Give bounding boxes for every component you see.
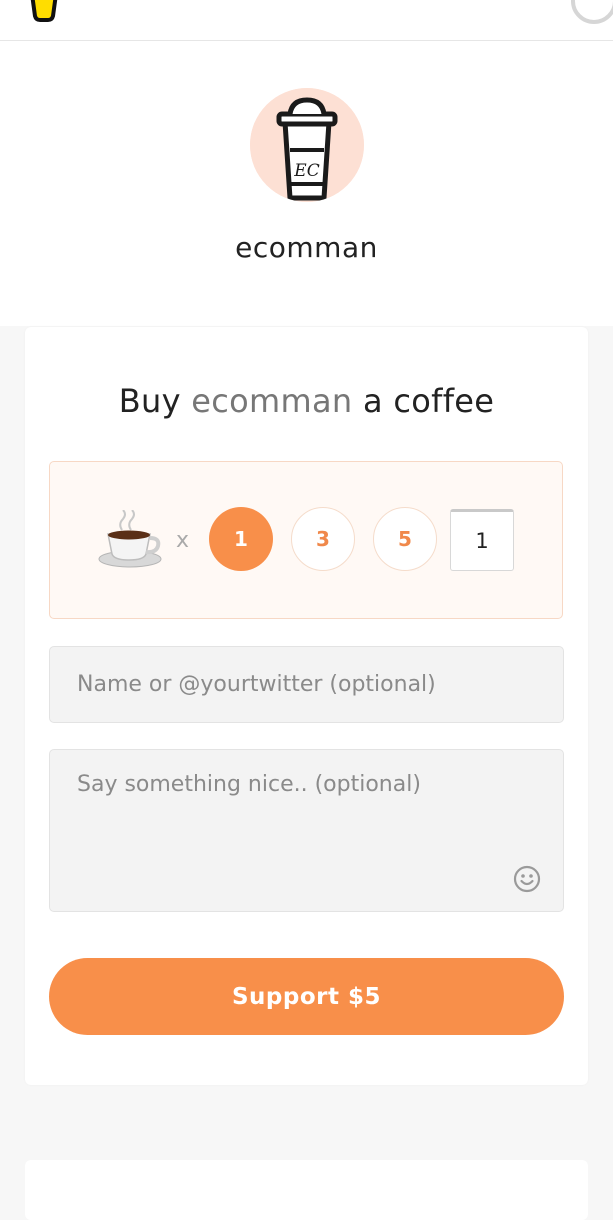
card-title: Buy ecomman a coffee <box>25 382 588 420</box>
title-prefix: Buy <box>118 382 181 420</box>
cup-logo-icon[interactable] <box>4 0 64 24</box>
coffee-cup-logo-icon: EC <box>250 88 364 202</box>
multiply-symbol: x <box>176 528 190 553</box>
name-input-placeholder: Name or @yourtwitter (optional) <box>77 672 436 697</box>
title-suffix: a coffee <box>362 382 495 420</box>
quantity-selector: x 1 3 5 1 <box>49 461 563 619</box>
custom-quantity-input[interactable]: 1 <box>450 509 514 571</box>
name-input[interactable]: Name or @yourtwitter (optional) <box>49 646 564 723</box>
message-input[interactable]: Say something nice.. (optional) <box>49 749 564 912</box>
svg-text:EC: EC <box>293 161 319 181</box>
next-section-card <box>25 1160 588 1220</box>
avatar: EC <box>250 88 364 202</box>
support-button[interactable]: Support $5 <box>49 958 564 1035</box>
quantity-option-3[interactable]: 3 <box>291 507 355 571</box>
message-input-placeholder: Say something nice.. (optional) <box>77 772 421 797</box>
title-creator-name: ecomman <box>191 382 353 420</box>
coffee-cup-icon <box>98 510 162 568</box>
creator-name: ecomman <box>235 231 378 264</box>
quantity-option-1[interactable]: 1 <box>209 507 273 571</box>
support-card: Buy ecomman a coffee x 1 3 5 1 Name or @… <box>25 327 588 1085</box>
creator-profile: EC ecomman <box>0 41 613 326</box>
user-circle-icon[interactable] <box>571 0 613 24</box>
smiley-icon[interactable] <box>513 865 541 893</box>
top-nav-bar <box>0 0 613 41</box>
quantity-option-5[interactable]: 5 <box>373 507 437 571</box>
